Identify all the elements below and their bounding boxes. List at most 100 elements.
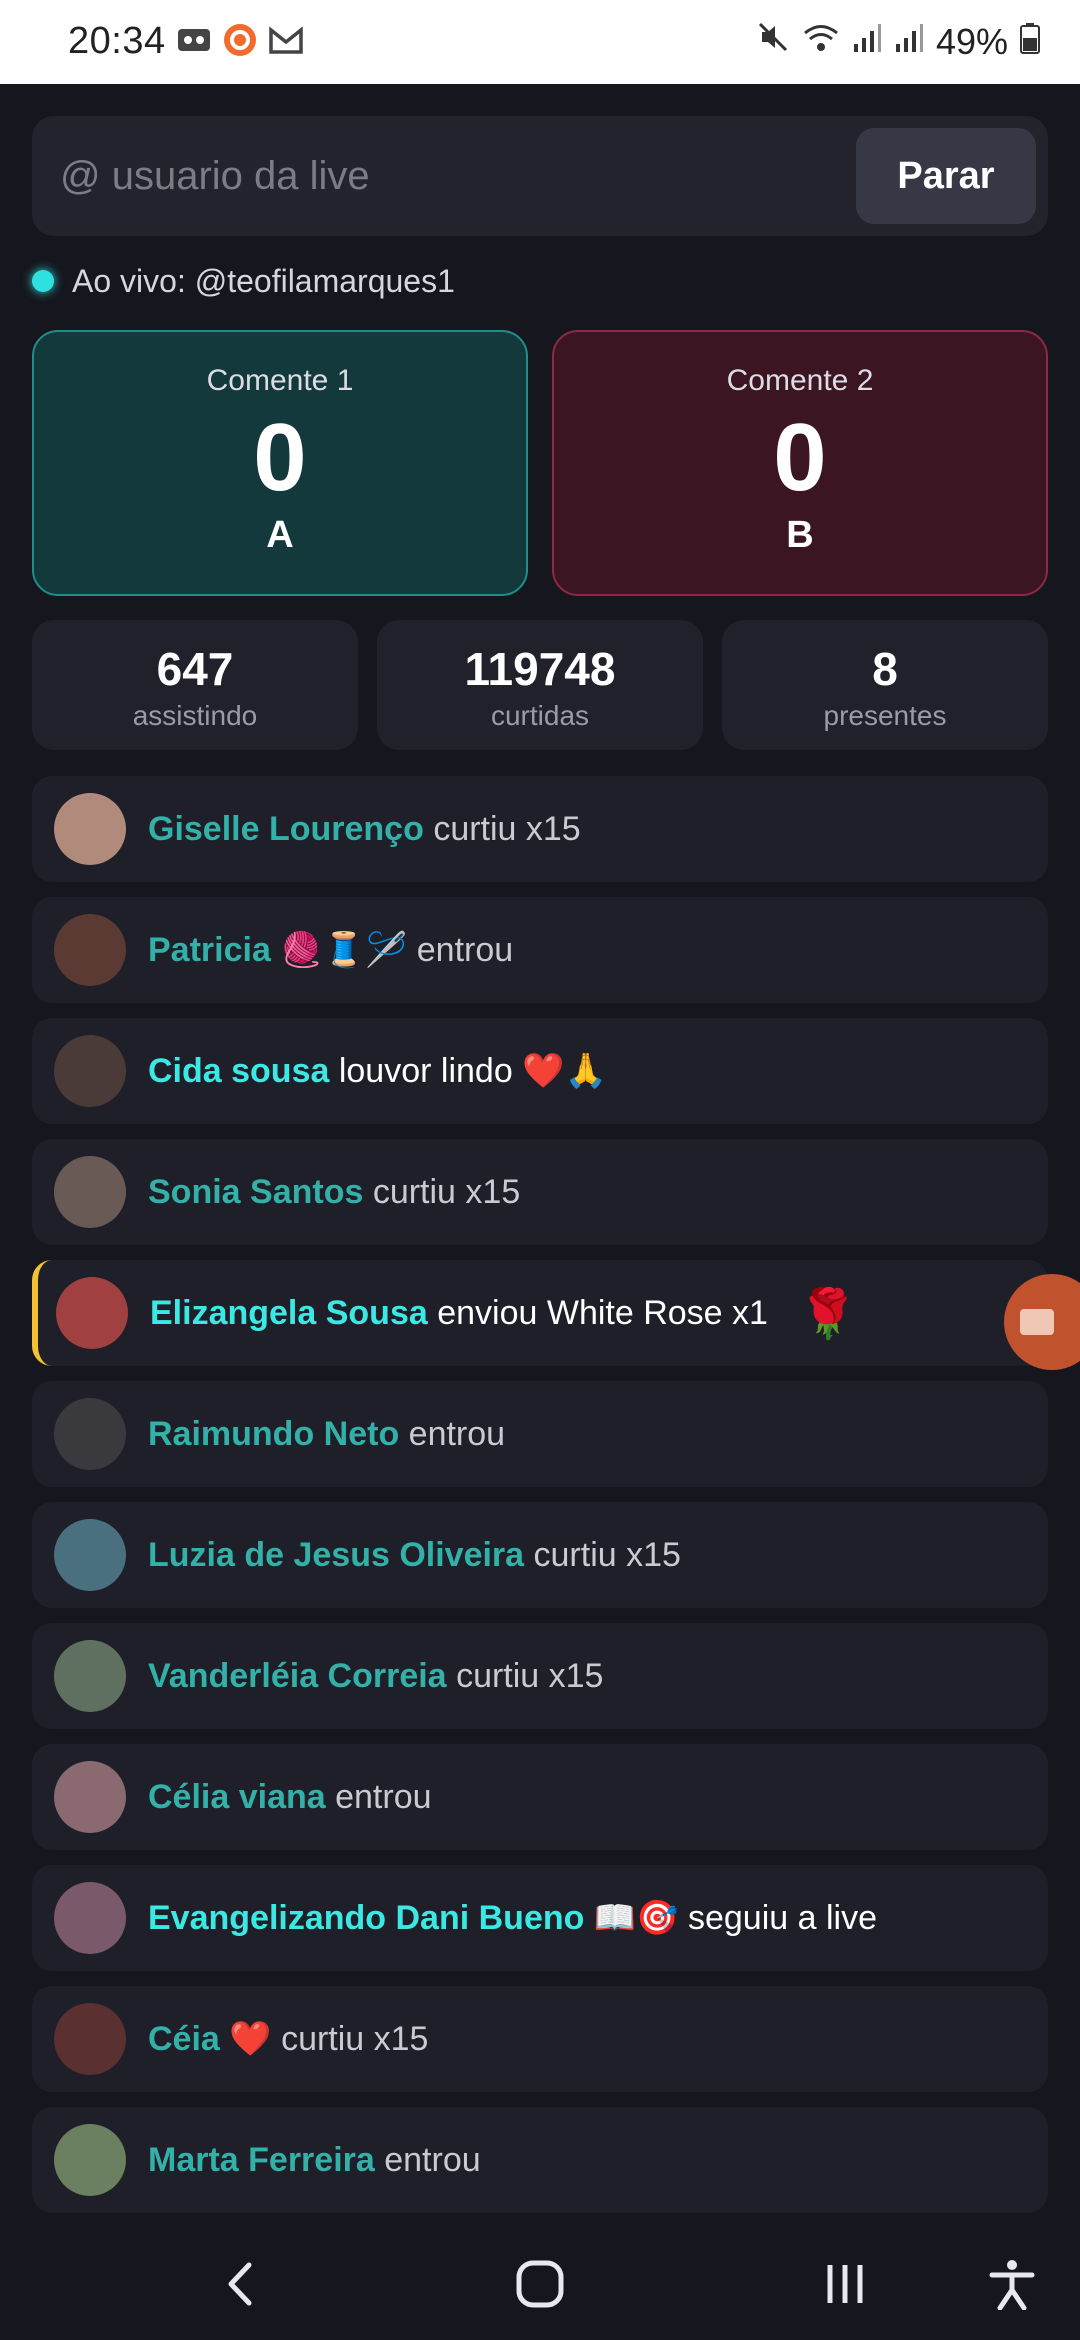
event-action: curtiu x15 <box>456 1656 604 1695</box>
feed-text: Vanderléia Correia curtiu x15 <box>148 1657 603 1696</box>
feed-item-gift: Elizangela Sousa enviou White Rose x1 🌹 <box>32 1260 1048 1366</box>
event-action: curtiu x15 <box>372 1172 521 1211</box>
feed-text: Cida sousa louvor lindo ❤️🙏 <box>148 1051 607 1091</box>
gmail-icon <box>268 22 304 58</box>
live-indicator-dot <box>32 270 54 292</box>
avatar <box>54 1640 126 1712</box>
stat-viewers: 647 assistindo <box>32 620 358 750</box>
feed-text: Marta Ferreira entrou <box>148 2141 481 2180</box>
voicemail-icon <box>176 22 212 58</box>
avatar <box>54 914 126 986</box>
comment-text: louvor lindo ❤️🙏 <box>338 1052 607 1090</box>
team-letter: A <box>266 514 294 556</box>
feed-text: Célia viana entrou <box>148 1778 432 1817</box>
team-score: 0 <box>773 404 827 511</box>
event-action: entrou <box>416 931 514 969</box>
live-status: Ao vivo: @teofilamarques1 <box>32 256 455 306</box>
avatar <box>54 1882 126 1954</box>
feed-text: Giselle Lourenço curtiu x15 <box>148 810 581 849</box>
live-status-text: Ao vivo: @teofilamarques1 <box>72 262 455 299</box>
feed-text: Evangelizando Dani Bueno 📖🎯 seguiu a liv… <box>148 1898 877 1938</box>
search-bar: Parar <box>32 116 1048 236</box>
gift-text: enviou White Rose x1 <box>437 1293 768 1332</box>
event-action: entrou <box>408 1414 506 1453</box>
feed-text: Sonia Santos curtiu x15 <box>148 1173 520 1212</box>
avatar <box>54 1398 126 1470</box>
event-action: entrou <box>335 1777 432 1816</box>
username: Evangelizando Dani Bueno 📖🎯 <box>148 1899 679 1937</box>
avatar <box>54 1761 126 1833</box>
username: Elizangela Sousa <box>150 1293 428 1332</box>
stat-value: 647 <box>156 643 234 695</box>
stop-button[interactable]: Parar <box>856 128 1036 224</box>
username: Luzia de Jesus Oliveira <box>148 1535 525 1574</box>
feed-item: Célia viana entrou <box>32 1744 1048 1850</box>
feed-text: Raimundo Neto entrou <box>148 1415 505 1454</box>
event-action: seguiu a live <box>687 1899 877 1937</box>
video-camera-icon <box>1020 1309 1054 1335</box>
avatar <box>54 2003 126 2075</box>
event-action: curtiu x15 <box>281 2020 429 2058</box>
feed-item: Luzia de Jesus Oliveira curtiu x15 <box>32 1502 1048 1608</box>
stat-value: 119748 <box>464 643 616 695</box>
app-screen: Parar Ao vivo: @teofilamarques1 Comente … <box>0 84 1080 2224</box>
avatar <box>54 1156 126 1228</box>
accessibility-icon[interactable] <box>982 2254 1042 2314</box>
feed-text: Céia ❤️ curtiu x15 <box>148 2019 428 2059</box>
username: Vanderléia Correia <box>148 1656 447 1695</box>
username: Céia ❤️ <box>148 2020 272 2058</box>
username: Cida sousa <box>148 1052 330 1090</box>
signal-icon <box>852 21 882 63</box>
status-bar: 20:34 49% <box>0 0 1080 84</box>
system-nav-bar <box>0 2224 1080 2340</box>
live-user-input[interactable] <box>60 138 860 214</box>
avatar <box>54 793 126 865</box>
feed-text: Luzia de Jesus Oliveira curtiu x15 <box>148 1536 681 1575</box>
feed-item: Patricia 🧶🧵🪡 entrou <box>32 897 1048 1003</box>
feed-item: Raimundo Neto entrou <box>32 1381 1048 1487</box>
username: Célia viana <box>148 1777 326 1816</box>
battery-icon <box>1020 21 1040 63</box>
feed-item: Evangelizando Dani Bueno 📖🎯 seguiu a liv… <box>32 1865 1048 1971</box>
event-action: curtiu x15 <box>433 809 581 848</box>
team-label: Comente 2 <box>726 364 874 397</box>
avatar <box>54 2124 126 2196</box>
back-icon[interactable] <box>210 2254 270 2314</box>
feed-text: Patricia 🧶🧵🪡 entrou <box>148 930 513 970</box>
team-label: Comente 1 <box>206 364 354 397</box>
username: Giselle Lourenço <box>148 809 424 848</box>
home-icon[interactable] <box>510 2254 570 2314</box>
team-a-card[interactable]: Comente 1 0 A <box>32 330 528 596</box>
feed-item: Cida sousa louvor lindo ❤️🙏 <box>32 1018 1048 1124</box>
app-notification-icon <box>222 22 258 58</box>
recents-icon[interactable] <box>815 2254 875 2314</box>
team-score: 0 <box>253 404 307 511</box>
stat-label: assistindo <box>132 700 258 731</box>
feed-text: Elizangela Sousa enviou White Rose x1 <box>150 1294 768 1333</box>
clock: 20:34 <box>68 20 166 62</box>
feed-item: Sonia Santos curtiu x15 <box>32 1139 1048 1245</box>
wifi-icon <box>802 21 840 63</box>
feed-item: Céia ❤️ curtiu x15 <box>32 1986 1048 2092</box>
stat-gifts: 8 presentes <box>722 620 1048 750</box>
avatar <box>54 1035 126 1107</box>
feed-item: Vanderléia Correia curtiu x15 <box>32 1623 1048 1729</box>
event-action: entrou <box>384 2140 481 2179</box>
username: Raimundo Neto <box>148 1414 400 1453</box>
stat-value: 8 <box>872 643 898 695</box>
mute-icon <box>756 20 790 63</box>
team-letter: B <box>786 514 814 556</box>
battery-percent: 49% <box>935 20 1008 62</box>
feed-item: Giselle Lourenço curtiu x15 <box>32 776 1048 882</box>
username: Sonia Santos <box>148 1172 364 1211</box>
stat-likes: 119748 curtidas <box>377 620 703 750</box>
stat-label: presentes <box>823 700 947 731</box>
team-b-card[interactable]: Comente 2 0 B <box>552 330 1048 596</box>
event-action: curtiu x15 <box>533 1535 681 1574</box>
system-icons: 49% <box>756 20 1040 63</box>
avatar <box>56 1277 128 1349</box>
white-rose-icon: 🌹 <box>797 1287 858 1341</box>
signal-icon <box>894 21 924 63</box>
username: Marta Ferreira <box>148 2140 375 2179</box>
username: Patricia 🧶🧵🪡 <box>148 931 408 969</box>
